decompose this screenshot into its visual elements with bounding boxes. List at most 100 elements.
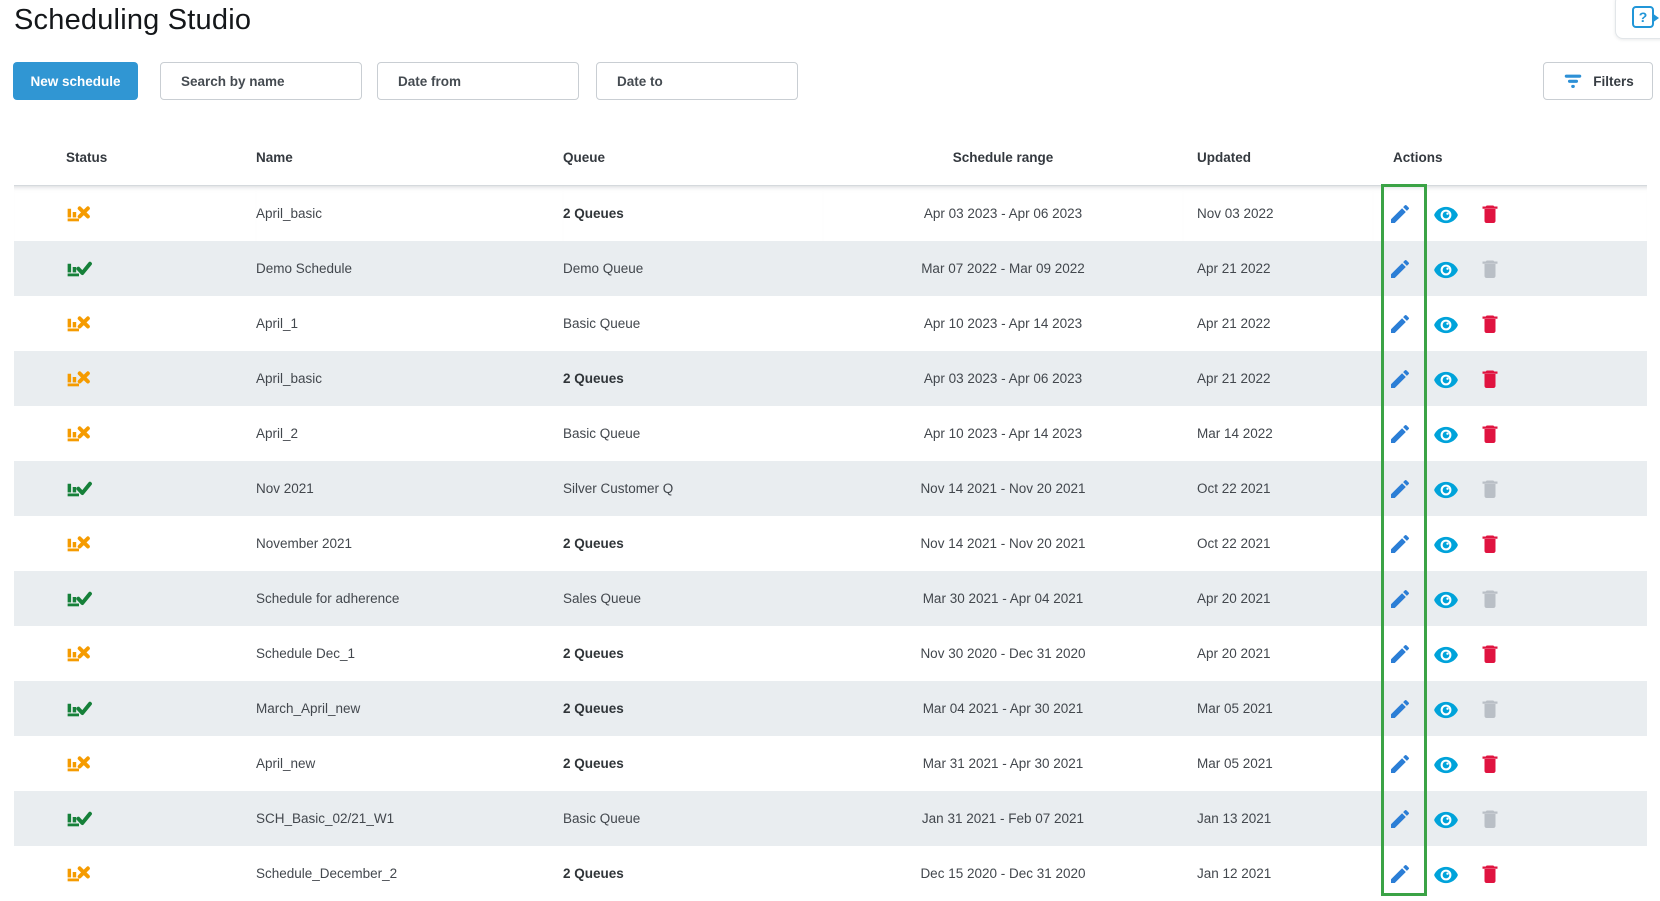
schedule-queue: 2 Queues [563,351,823,406]
eye-icon [1433,656,1459,671]
table-row[interactable]: Nov 2021Silver Customer QNov 14 2021 - N… [14,461,1647,516]
table-row[interactable]: March_April_new2 QueuesMar 04 2021 - Apr… [14,681,1647,736]
new-schedule-button[interactable]: New schedule [13,62,138,100]
pencil-icon [1388,709,1412,724]
edit-button[interactable] [1386,695,1414,723]
status-published-icon [66,804,92,830]
table-row[interactable]: SCH_Basic_02/21_W1Basic QueueJan 31 2021… [14,791,1647,846]
trash-icon [1478,764,1502,779]
edit-button[interactable] [1386,420,1414,448]
view-button[interactable] [1431,585,1459,613]
edit-button[interactable] [1386,530,1414,558]
toolbar: New schedule Filters [0,62,1660,100]
edit-button[interactable] [1386,750,1414,778]
table-row[interactable]: April_2Basic QueueApr 10 2023 - Apr 14 2… [14,406,1647,461]
schedule-updated: Apr 21 2022 [1183,296,1373,351]
view-button[interactable] [1431,750,1459,778]
delete-button [1476,695,1504,723]
delete-button[interactable] [1476,860,1504,888]
edit-button[interactable] [1386,640,1414,668]
schedule-updated: Jan 13 2021 [1183,791,1373,846]
edit-button[interactable] [1386,585,1414,613]
table-row[interactable]: Demo ScheduleDemo QueueMar 07 2022 - Mar… [14,241,1647,296]
schedule-name: March_April_new [256,681,563,736]
edit-button[interactable] [1386,310,1414,338]
delete-button[interactable] [1476,750,1504,778]
trash-icon [1478,489,1502,504]
table-row[interactable]: Schedule_December_22 QueuesDec 15 2020 -… [14,846,1647,901]
schedule-queue: Basic Queue [563,296,823,351]
pencil-icon [1388,764,1412,779]
view-button[interactable] [1431,860,1459,888]
view-button[interactable] [1431,695,1459,723]
status-failed-icon [66,199,92,225]
table-row[interactable]: April_new2 QueuesMar 31 2021 - Apr 30 20… [14,736,1647,791]
status-failed-icon [66,419,92,445]
schedule-name: April_basic [256,351,563,406]
eye-icon [1433,546,1459,561]
schedule-updated: Mar 05 2021 [1183,736,1373,791]
schedule-queue: 2 Queues [563,186,823,242]
view-button[interactable] [1431,365,1459,393]
schedule-updated: Apr 20 2021 [1183,626,1373,681]
eye-icon [1433,601,1459,616]
table-row[interactable]: November 20212 QueuesNov 14 2021 - Nov 2… [14,516,1647,571]
trash-icon [1478,599,1502,614]
edit-button[interactable] [1386,805,1414,833]
delete-button[interactable] [1476,200,1504,228]
date-from-input[interactable] [377,62,579,100]
table-row[interactable]: April_basic2 QueuesApr 03 2023 - Apr 06 … [14,186,1647,242]
edit-button[interactable] [1386,475,1414,503]
search-input[interactable] [160,62,362,100]
status-failed-icon [66,309,92,335]
view-button[interactable] [1431,420,1459,448]
table-row[interactable]: April_basic2 QueuesApr 03 2023 - Apr 06 … [14,351,1647,406]
table-row[interactable]: April_1Basic QueueApr 10 2023 - Apr 14 2… [14,296,1647,351]
edit-button[interactable] [1386,860,1414,888]
edit-button[interactable] [1386,365,1414,393]
delete-button[interactable] [1476,365,1504,393]
view-button[interactable] [1431,640,1459,668]
filters-button[interactable]: Filters [1543,62,1653,100]
delete-button [1476,475,1504,503]
pencil-icon [1388,324,1412,339]
table-row[interactable]: Schedule for adherenceSales QueueMar 30 … [14,571,1647,626]
view-button[interactable] [1431,475,1459,503]
schedule-range: Mar 07 2022 - Mar 09 2022 [823,241,1183,296]
actions-cell [1373,626,1647,681]
schedule-queue: 2 Queues [563,516,823,571]
eye-icon [1433,491,1459,506]
delete-button[interactable] [1476,530,1504,558]
schedule-queue: Silver Customer Q [563,461,823,516]
trash-icon [1478,874,1502,889]
schedule-updated: Mar 05 2021 [1183,681,1373,736]
delete-button[interactable] [1476,640,1504,668]
schedule-range: Apr 03 2023 - Apr 06 2023 [823,351,1183,406]
date-to-input[interactable] [596,62,798,100]
schedule-name: SCH_Basic_02/21_W1 [256,791,563,846]
table-body: April_basic2 QueuesApr 03 2023 - Apr 06 … [14,186,1647,901]
edit-button[interactable] [1386,200,1414,228]
view-button[interactable] [1431,255,1459,283]
schedule-queue: 2 Queues [563,846,823,901]
actions-cell [1373,351,1647,406]
view-button[interactable] [1431,200,1459,228]
schedule-range: Apr 03 2023 - Apr 06 2023 [823,186,1183,242]
col-header-range: Schedule range [823,130,1183,186]
help-button[interactable]: ? [1615,0,1660,39]
view-button[interactable] [1431,310,1459,338]
pencil-icon [1388,269,1412,284]
schedule-range: Apr 10 2023 - Apr 14 2023 [823,296,1183,351]
eye-icon [1433,766,1459,781]
delete-button[interactable] [1476,420,1504,448]
delete-button[interactable] [1476,310,1504,338]
schedule-range: Apr 10 2023 - Apr 14 2023 [823,406,1183,461]
view-button[interactable] [1431,805,1459,833]
view-button[interactable] [1431,530,1459,558]
status-published-icon [66,254,92,280]
schedule-name: April_new [256,736,563,791]
edit-button[interactable] [1386,255,1414,283]
table-row[interactable]: Schedule Dec_12 QueuesNov 30 2020 - Dec … [14,626,1647,681]
trash-icon [1478,214,1502,229]
eye-icon [1433,271,1459,286]
